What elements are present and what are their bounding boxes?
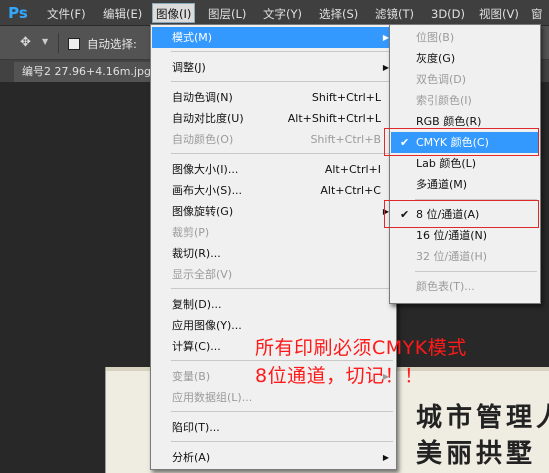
canvas-text-line2: 美丽拱墅 — [416, 439, 537, 469]
annotation-line1: 所有印刷必须CMYK模式 — [255, 337, 467, 359]
menu-item-apply-data-set[interactable]: 应用数据组(L)... — [152, 387, 395, 408]
submenu-item-multichannel[interactable]: 多通道(M) — [391, 174, 539, 195]
8bit-highlight-box — [384, 200, 539, 228]
submenu-item-16bit[interactable]: 16 位/通道(N) — [391, 225, 539, 246]
annotation-line2: 8位通道，切记！！ — [255, 365, 424, 387]
submenu-item-color-table[interactable]: 颜色表(T)... — [391, 276, 539, 297]
submenu-item-grayscale[interactable]: 灰度(G) — [391, 48, 539, 69]
menu-separator — [171, 153, 393, 154]
menu-3d[interactable]: 3D(D) — [428, 4, 468, 24]
menu-separator — [171, 411, 393, 412]
submenu-arrow-icon: ▶ — [382, 453, 389, 462]
photoshop-logo: Ps — [8, 4, 28, 22]
menu-item-image-size[interactable]: 图像大小(I)... Alt+Ctrl+I — [152, 159, 395, 180]
menu-item-auto-color[interactable]: 自动颜色(O) Shift+Ctrl+B — [152, 129, 395, 150]
menu-item-trim[interactable]: 裁切(R)... — [152, 243, 395, 264]
auto-select-checkbox[interactable] — [68, 38, 80, 50]
menu-item-adjust[interactable]: 调整(J) ▶ — [152, 57, 395, 78]
submenu-item-32bit[interactable]: 32 位/通道(H) — [391, 246, 539, 267]
submenu-item-indexed-color[interactable]: 索引颜色(I) — [391, 90, 539, 111]
menu-item-duplicate[interactable]: 复制(D)... — [152, 294, 395, 315]
menu-item-mode[interactable]: 模式(M) ▶ — [152, 27, 395, 48]
menu-file[interactable]: 文件(F) — [44, 4, 89, 24]
menu-separator — [171, 441, 393, 442]
mode-submenu: 位图(B) 灰度(G) 双色调(D) 索引颜色(I) RGB 颜色(R) ✔ C… — [389, 24, 541, 304]
menu-item-trap[interactable]: 陷印(T)... — [152, 417, 395, 438]
canvas-text-line1: 城市管理人 — [416, 403, 549, 433]
menu-select[interactable]: 选择(S) — [316, 4, 361, 24]
menu-separator — [171, 81, 393, 82]
menu-edit[interactable]: 编辑(E) — [100, 4, 145, 24]
submenu-item-bitmap[interactable]: 位图(B) — [391, 27, 539, 48]
menu-item-auto-contrast[interactable]: 自动对比度(U) Alt+Shift+Ctrl+L — [152, 108, 395, 129]
submenu-item-lab-color[interactable]: Lab 颜色(L) — [391, 153, 539, 174]
options-divider — [58, 33, 59, 53]
move-tool-icon[interactable]: ✥ — [20, 35, 31, 50]
menu-item-reveal-all[interactable]: 显示全部(V) — [152, 264, 395, 285]
menu-bar: Ps 文件(F) 编辑(E) 图像(I) 图层(L) 文字(Y) 选择(S) 滤… — [0, 0, 549, 26]
menu-separator — [171, 288, 393, 289]
submenu-item-duotone[interactable]: 双色调(D) — [391, 69, 539, 90]
menu-item-auto-tone[interactable]: 自动色调(N) Shift+Ctrl+L — [152, 87, 395, 108]
document-tab[interactable]: 编号2 27.96+4.16m.jpg — [14, 62, 164, 82]
chevron-down-icon[interactable]: ▼ — [42, 37, 48, 46]
image-menu-dropdown: 模式(M) ▶ 调整(J) ▶ 自动色调(N) Shift+Ctrl+L 自动对比度(… — [150, 24, 397, 470]
cmyk-highlight-box — [384, 128, 539, 156]
menu-layer[interactable]: 图层(L) — [205, 4, 249, 24]
menu-item-analysis[interactable]: 分析(A) ▶ — [152, 447, 395, 468]
auto-select-label: 自动选择: — [87, 37, 137, 51]
menu-window[interactable]: 窗 — [528, 4, 546, 24]
menu-view[interactable]: 视图(V) — [476, 4, 522, 24]
menu-item-crop[interactable]: 裁剪(P) — [152, 222, 395, 243]
menu-separator — [171, 51, 393, 52]
menu-filter[interactable]: 滤镜(T) — [372, 4, 417, 24]
menu-item-image-rotation[interactable]: 图像旋转(G) ▶ — [152, 201, 395, 222]
menu-image[interactable]: 图像(I) — [152, 3, 196, 23]
menu-type[interactable]: 文字(Y) — [260, 4, 305, 24]
menu-item-canvas-size[interactable]: 画布大小(S)... Alt+Ctrl+C — [152, 180, 395, 201]
menu-separator — [415, 271, 537, 272]
